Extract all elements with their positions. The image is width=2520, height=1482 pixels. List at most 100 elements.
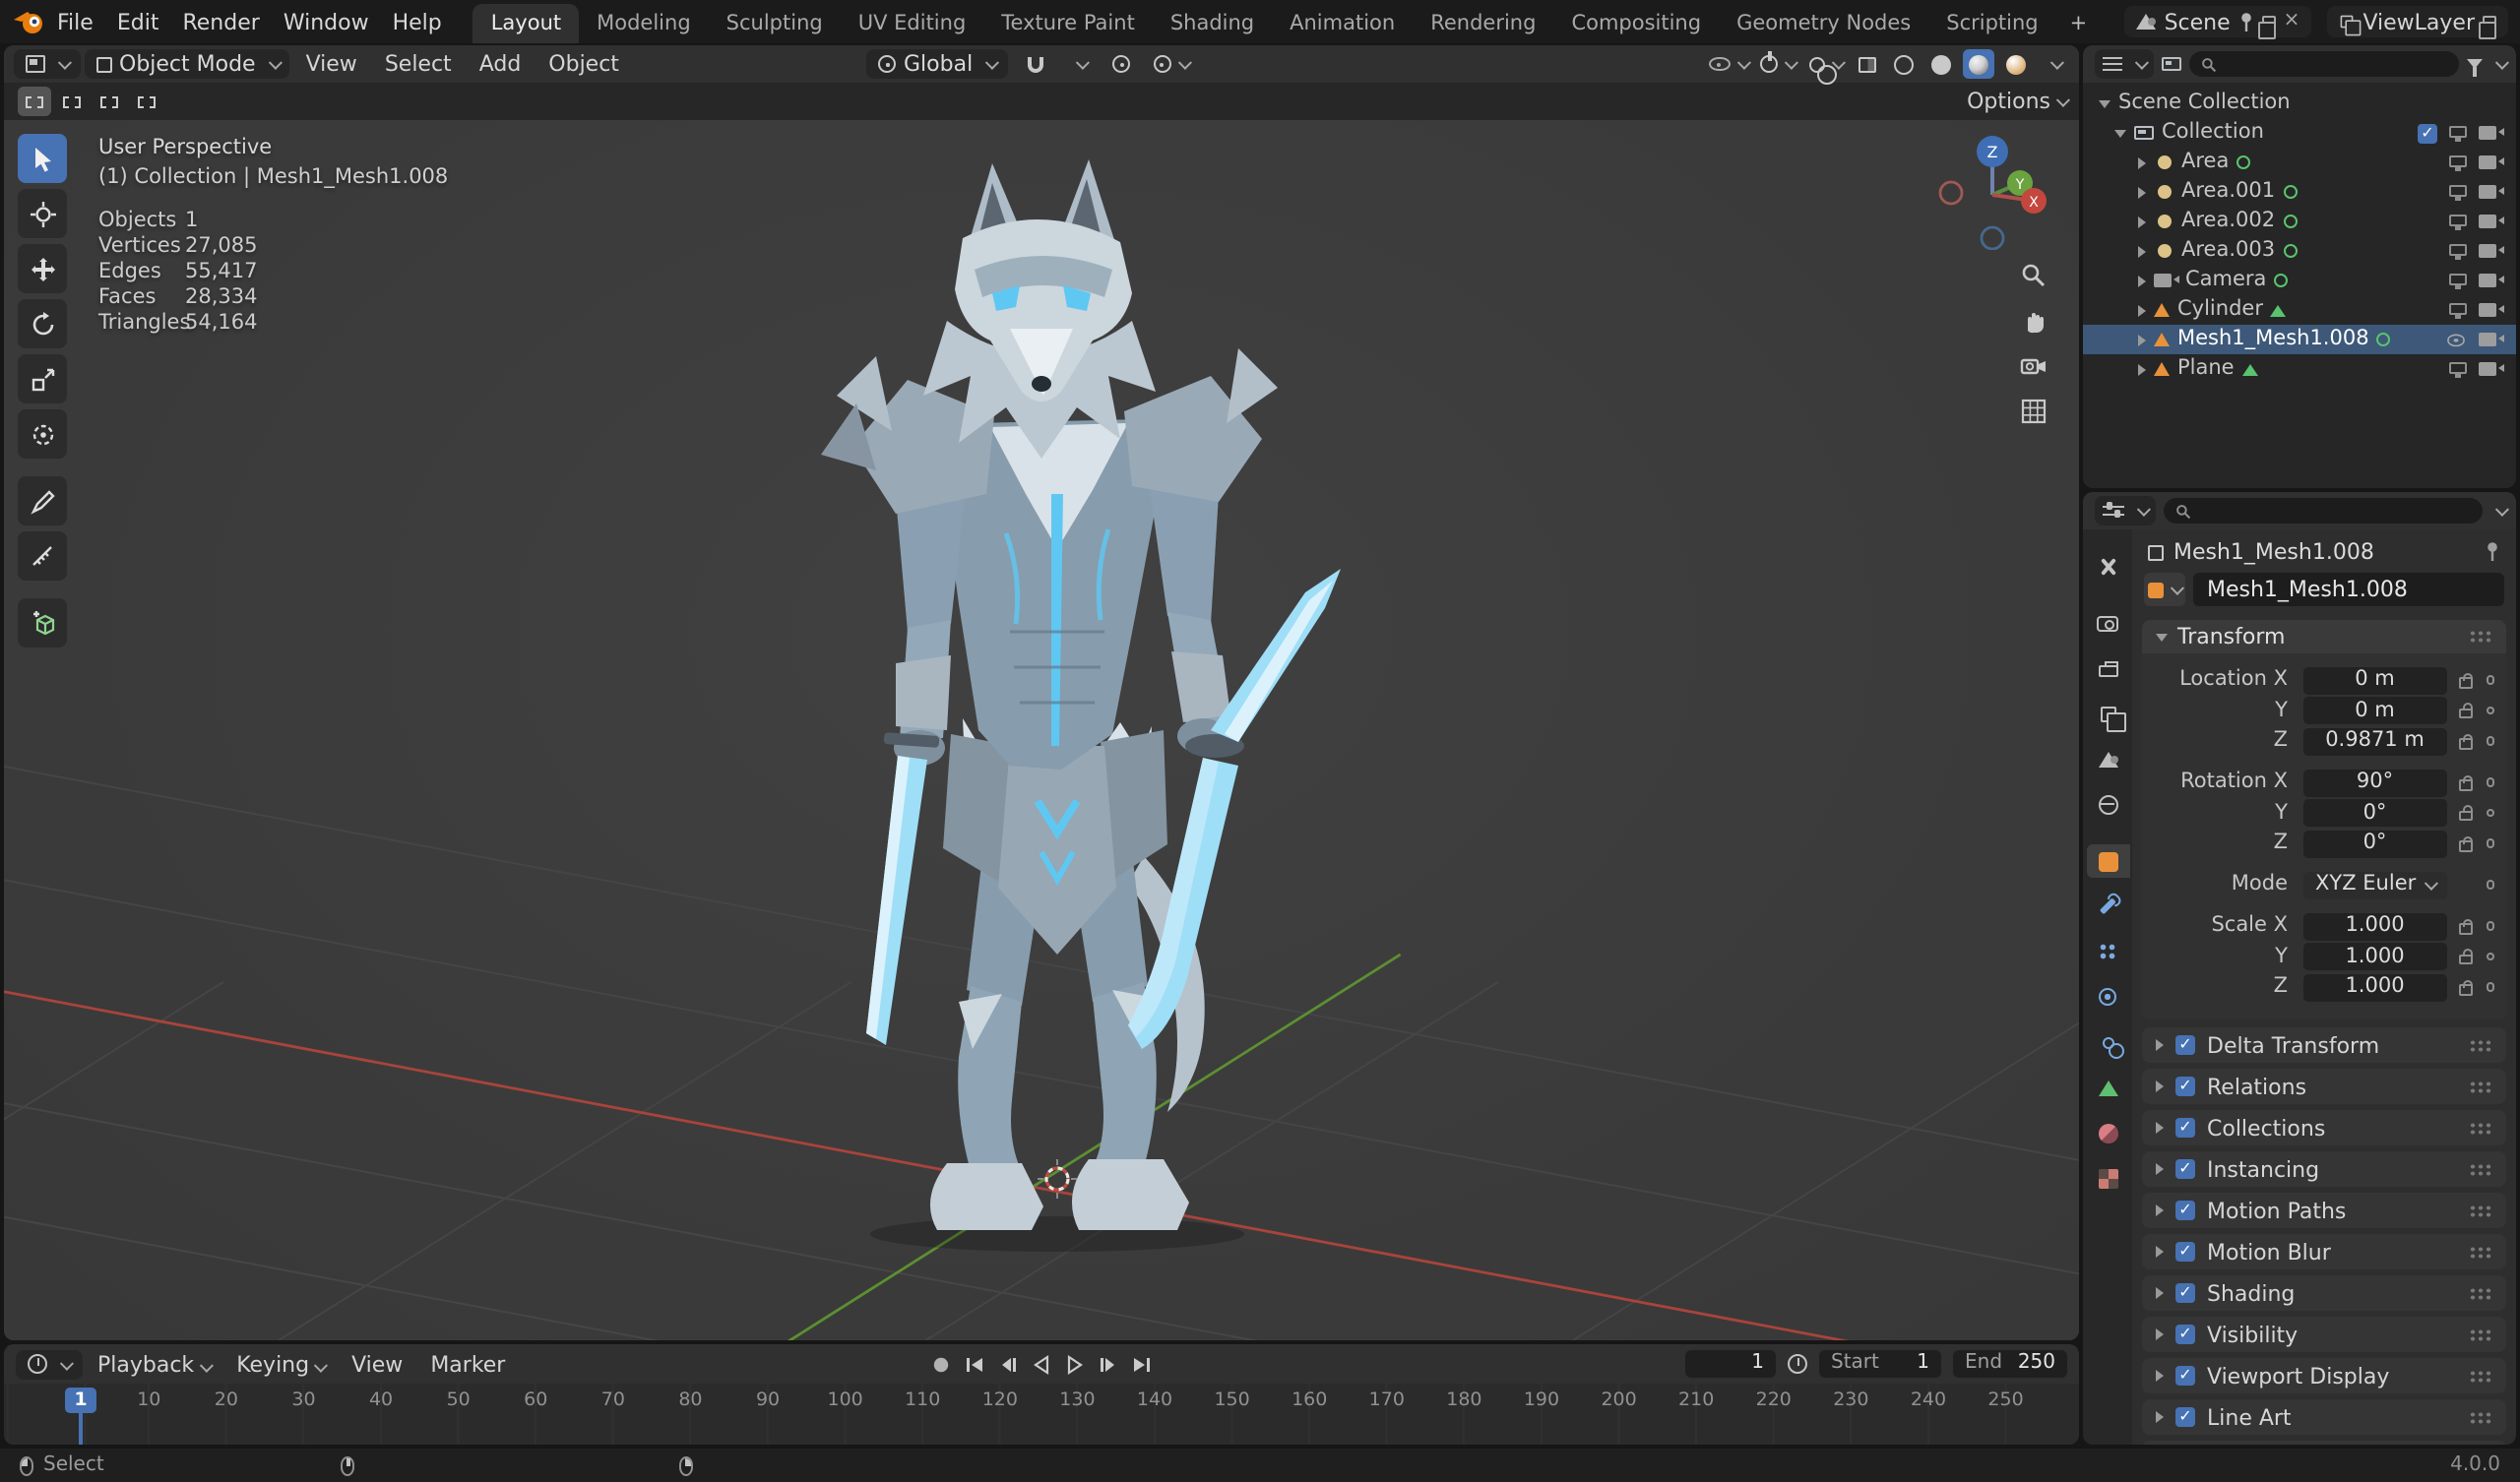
animate-dot[interactable]	[2486, 706, 2494, 715]
pin-icon[interactable]	[2238, 11, 2254, 32]
jump-to-end-button[interactable]	[1131, 1353, 1153, 1375]
hide-viewport-icon[interactable]	[2449, 243, 2467, 259]
prev-keyframe-button[interactable]	[997, 1353, 1019, 1375]
topbar-menu[interactable]: Window	[272, 5, 381, 38]
orientation-dropdown[interactable]: Global	[866, 49, 1008, 79]
section-checkbox[interactable]: ✓	[2175, 1201, 2195, 1220]
workspace-tab[interactable]: Layout	[472, 4, 580, 43]
topbar-menu[interactable]: File	[45, 5, 105, 38]
outliner-editor-type-button[interactable]	[2095, 49, 2153, 79]
select-mode-extend[interactable]	[55, 87, 89, 116]
viewlayer-selector[interactable]: ViewLayer	[2327, 6, 2508, 38]
grip-dots[interactable]	[2469, 1369, 2492, 1383]
timeline-view-menu[interactable]: View	[340, 1349, 414, 1379]
snap-settings[interactable]	[1062, 49, 1094, 79]
playback-menu[interactable]: Playback	[86, 1349, 220, 1379]
start-frame-field[interactable]: Start 1	[1819, 1350, 1941, 1378]
lock-icon[interactable]	[2459, 672, 2473, 689]
tab-physics[interactable]	[2086, 980, 2129, 1014]
tab-modifiers[interactable]	[2086, 890, 2129, 923]
number-field[interactable]: 0.9871 m	[2303, 727, 2446, 755]
properties-section[interactable]: ✓ Shading	[2142, 1275, 2506, 1311]
lock-icon[interactable]	[2459, 805, 2473, 822]
tab-material[interactable]	[2086, 1116, 2129, 1149]
auto-key-button[interactable]	[930, 1353, 952, 1375]
proportional-falloff[interactable]	[1149, 49, 1191, 79]
topbar-menu[interactable]: Help	[381, 5, 454, 38]
timeline-clock-icon[interactable]	[1788, 1354, 1807, 1374]
workspace-tab[interactable]: Geometry Nodes	[1719, 4, 1928, 43]
tab-tool[interactable]	[2086, 549, 2129, 583]
outliner-row-area[interactable]: Area	[2083, 148, 2516, 177]
section-checkbox[interactable]: ✓	[2175, 1366, 2195, 1386]
viewport-menu[interactable]: Select	[373, 49, 464, 79]
measure-tool[interactable]	[18, 531, 67, 581]
proportional-edit-toggle[interactable]	[1105, 49, 1137, 79]
disable-render-icon[interactable]	[2479, 126, 2503, 140]
animate-dot[interactable]	[2486, 982, 2494, 992]
grip-dots[interactable]	[2469, 1162, 2492, 1176]
select-box-tool[interactable]	[18, 134, 67, 183]
blender-logo-icon[interactable]	[12, 8, 45, 35]
editor-type-button[interactable]	[14, 49, 80, 79]
animate-dot[interactable]	[2486, 808, 2494, 818]
properties-section[interactable]: ✓ Line Art	[2142, 1399, 2506, 1435]
disable-render-icon[interactable]	[2479, 274, 2503, 287]
outliner-row-camera[interactable]: Camera	[2083, 266, 2516, 295]
number-field[interactable]: 1.000	[2303, 912, 2446, 940]
number-field[interactable]: 1.000	[2303, 973, 2446, 1001]
number-field[interactable]: 0 m	[2303, 697, 2446, 724]
properties-section[interactable]: ✓ Motion Blur	[2142, 1234, 2506, 1269]
outliner-row-area-003[interactable]: Area.003	[2083, 236, 2516, 266]
shading-settings[interactable]	[2038, 49, 2069, 79]
tab-scene[interactable]	[2086, 742, 2129, 775]
playhead[interactable]: 1	[65, 1388, 96, 1413]
hide-viewport-icon[interactable]	[2449, 154, 2467, 170]
add-cube-tool[interactable]	[18, 598, 67, 648]
grip-dots[interactable]	[2469, 1245, 2492, 1259]
pin-icon[interactable]	[2485, 541, 2500, 563]
properties-section[interactable]: ✓ Motion Paths	[2142, 1193, 2506, 1228]
topbar-menu[interactable]: Render	[170, 5, 271, 38]
disable-render-icon[interactable]	[2479, 303, 2503, 317]
end-frame-field[interactable]: End 250	[1953, 1350, 2067, 1378]
tab-world[interactable]	[2086, 787, 2129, 821]
select-mode-subtract[interactable]	[93, 87, 126, 116]
annotate-tool[interactable]	[18, 476, 67, 525]
hide-viewport-icon[interactable]	[2449, 214, 2467, 229]
overlays-dropdown[interactable]	[1804, 49, 1845, 84]
lock-icon[interactable]	[2459, 918, 2473, 935]
lock-icon[interactable]	[2459, 835, 2473, 852]
section-checkbox[interactable]: ✓	[2175, 1035, 2195, 1055]
outliner-options-chevron[interactable]	[2494, 56, 2508, 69]
grip-dots[interactable]	[2469, 1410, 2492, 1424]
number-field[interactable]: 1.000	[2303, 943, 2446, 970]
grip-dots[interactable]	[2469, 1328, 2492, 1341]
xray-toggle[interactable]	[1851, 49, 1882, 79]
section-checkbox[interactable]: ✓	[2175, 1077, 2195, 1096]
lock-icon[interactable]	[2459, 703, 2473, 719]
disable-render-icon[interactable]	[2479, 155, 2503, 169]
animate-dot[interactable]	[2486, 838, 2494, 848]
collection-checkbox[interactable]: ✓	[2418, 123, 2437, 143]
lock-icon[interactable]	[2459, 733, 2473, 750]
outliner-row-scene-collection[interactable]: Scene Collection	[2083, 89, 2516, 118]
properties-options-chevron[interactable]	[2494, 503, 2508, 516]
properties-section[interactable]: ✓ Visibility	[2142, 1317, 2506, 1352]
grip-dots[interactable]	[2469, 1286, 2492, 1300]
section-checkbox[interactable]: ✓	[2175, 1407, 2195, 1427]
properties-section[interactable]: ✓ Collections	[2142, 1110, 2506, 1145]
navigation-gizmo[interactable]: Z Y X	[1933, 128, 2055, 250]
lock-icon[interactable]	[2459, 949, 2473, 965]
workspace-tab[interactable]: Animation	[1272, 4, 1413, 43]
tab-particles[interactable]	[2086, 935, 2129, 968]
new-viewlayer-icon[interactable]	[2479, 15, 2496, 38]
snap-toggle[interactable]	[1019, 49, 1050, 79]
grip-dots[interactable]	[2469, 1121, 2492, 1135]
add-workspace-button[interactable]: +	[2056, 4, 2102, 43]
number-field[interactable]: 0 m	[2303, 666, 2446, 694]
grip-dots[interactable]	[2469, 1204, 2492, 1217]
disable-render-icon[interactable]	[2479, 244, 2503, 258]
section-checkbox[interactable]: ✓	[2175, 1242, 2195, 1262]
properties-section[interactable]: ✓ Delta Transform	[2142, 1027, 2506, 1063]
